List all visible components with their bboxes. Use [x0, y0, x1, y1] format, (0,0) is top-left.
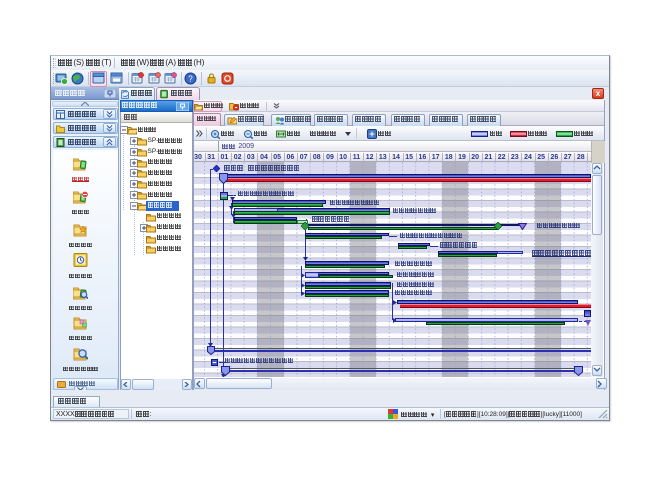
svg-text:?: ? — [188, 74, 193, 83]
